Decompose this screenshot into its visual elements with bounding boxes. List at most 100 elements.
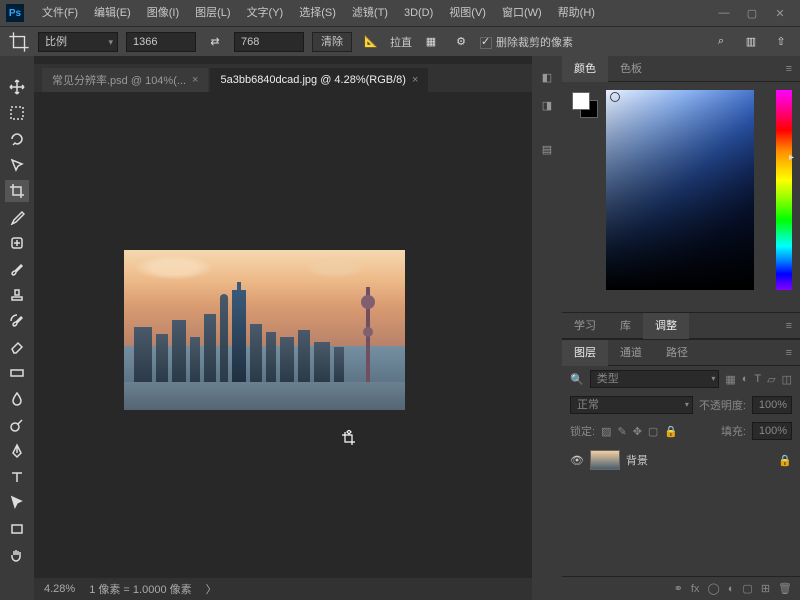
move-tool[interactable] (5, 76, 29, 98)
collapsed-panels-strip: ◧ ◨ ▤ (532, 56, 562, 600)
lock-icon: 🔒 (778, 454, 792, 467)
lock-pixels-icon[interactable]: ▨ (601, 425, 611, 438)
menu-file[interactable]: 文件(F) (34, 0, 86, 26)
close-tab-icon[interactable]: × (412, 74, 418, 86)
layer-row[interactable]: 👁 背景 🔒 (570, 448, 792, 472)
color-field[interactable] (606, 90, 754, 290)
quick-select-tool[interactable] (5, 154, 29, 176)
menu-image[interactable]: 图像(I) (139, 0, 187, 26)
zoom-level[interactable]: 4.28% (44, 583, 75, 595)
eyedropper-tool[interactable] (5, 206, 29, 228)
menu-window[interactable]: 窗口(W) (494, 0, 550, 26)
path-select-tool[interactable] (5, 492, 29, 514)
lock-artboard-icon[interactable]: ▢ (648, 425, 658, 438)
type-tool[interactable] (5, 466, 29, 488)
lock-all-icon[interactable]: 🔒 (664, 425, 678, 438)
lock-position-icon[interactable]: ✥ (633, 425, 642, 438)
filter-image-icon[interactable]: ▦ (725, 373, 735, 386)
adjust-panel-tabs: 学习 库 调整 ≡ (562, 313, 800, 339)
menu-layer[interactable]: 图层(L) (187, 0, 238, 26)
search-icon[interactable]: ⌕ (710, 31, 732, 53)
tab-paths[interactable]: 路径 (654, 340, 700, 366)
document-tab[interactable]: 5a3bb6840dcad.jpg @ 4.28%(RGB/8)× (210, 68, 428, 92)
tab-layers[interactable]: 图层 (562, 340, 608, 366)
tab-adjustments[interactable]: 调整 (643, 313, 689, 339)
share-icon[interactable]: ⇧ (770, 31, 792, 53)
blur-tool[interactable] (5, 388, 29, 410)
crop-settings-icon[interactable]: ⚙ (450, 31, 472, 53)
brush-tool[interactable] (5, 258, 29, 280)
gradient-tool[interactable] (5, 362, 29, 384)
menu-help[interactable]: 帮助(H) (550, 0, 603, 26)
filter-type-icon[interactable]: T (754, 373, 761, 385)
layer-thumbnail[interactable] (590, 450, 620, 470)
layer-name[interactable]: 背景 (626, 452, 648, 468)
tab-swatches[interactable]: 色板 (608, 56, 654, 82)
menu-view[interactable]: 视图(V) (441, 0, 494, 26)
delete-layer-icon[interactable]: 🗑 (778, 582, 792, 595)
healing-tool[interactable] (5, 232, 29, 254)
maximize-button[interactable]: ▢ (738, 7, 766, 20)
panel-menu-icon[interactable]: ≡ (778, 320, 800, 332)
history-brush-tool[interactable] (5, 310, 29, 332)
panel-menu-icon[interactable]: ≡ (778, 63, 800, 75)
hue-slider[interactable] (776, 90, 792, 290)
color-panel-tabs: 颜色 色板 ≡ (562, 56, 800, 82)
menu-3d[interactable]: 3D(D) (396, 0, 441, 26)
pen-tool[interactable] (5, 440, 29, 462)
blend-mode-select[interactable]: 正常 (570, 396, 693, 414)
fill-input[interactable]: 100% (752, 422, 792, 440)
close-button[interactable]: ✕ (766, 7, 794, 20)
straighten-icon[interactable]: 📐 (360, 31, 382, 53)
filter-shape-icon[interactable]: ▱ (767, 373, 775, 386)
panel-icon[interactable]: ◧ (536, 66, 558, 88)
tab-channels[interactable]: 通道 (608, 340, 654, 366)
crop-tool[interactable] (5, 180, 29, 202)
close-tab-icon[interactable]: × (192, 74, 198, 86)
layer-filter-select[interactable]: 类型 (590, 370, 720, 388)
adjustment-layer-icon[interactable]: ◐ (728, 583, 735, 595)
color-picker[interactable] (562, 82, 800, 312)
panel-icon[interactable]: ◨ (536, 94, 558, 116)
foreground-color[interactable] (572, 92, 590, 110)
link-layers-icon[interactable]: ⚭ (674, 582, 683, 595)
rectangle-tool[interactable] (5, 518, 29, 540)
lock-paint-icon[interactable]: ✎ (617, 425, 626, 438)
panel-menu-icon[interactable]: ≡ (778, 347, 800, 359)
tab-learn[interactable]: 学习 (562, 313, 608, 339)
opacity-input[interactable]: 100% (752, 396, 792, 414)
menu-filter[interactable]: 滤镜(T) (344, 0, 396, 26)
new-layer-icon[interactable]: ⊞ (761, 582, 770, 595)
workspace-icon[interactable]: ▥ (740, 31, 762, 53)
visibility-toggle-icon[interactable]: 👁 (570, 454, 584, 467)
filter-smart-icon[interactable]: ◫ (782, 373, 792, 386)
canvas[interactable] (34, 92, 532, 578)
minimize-button[interactable]: — (710, 7, 738, 19)
layer-fx-icon[interactable]: fx (691, 583, 700, 595)
status-expand-icon[interactable]: 〉 (206, 581, 217, 597)
lasso-tool[interactable] (5, 128, 29, 150)
filter-adjust-icon[interactable]: ◐ (742, 373, 749, 385)
panel-icon[interactable]: ▤ (536, 138, 558, 160)
group-icon[interactable]: ▢ (742, 582, 752, 595)
menu-edit[interactable]: 编辑(E) (86, 0, 139, 26)
ratio-preset-select[interactable]: 比例 (38, 32, 118, 52)
crop-tool-icon[interactable] (8, 31, 30, 53)
dodge-tool[interactable] (5, 414, 29, 436)
tab-libraries[interactable]: 库 (608, 313, 643, 339)
stamp-tool[interactable] (5, 284, 29, 306)
menu-select[interactable]: 选择(S) (291, 0, 344, 26)
menu-type[interactable]: 文字(Y) (239, 0, 292, 26)
delete-cropped-checkbox[interactable]: 删除裁剪的像素 (480, 34, 573, 50)
swap-dimensions-icon[interactable]: ⇄ (204, 31, 226, 53)
layer-mask-icon[interactable]: ◯ (707, 582, 719, 595)
crop-height-input[interactable]: 768 (234, 32, 304, 52)
marquee-tool[interactable] (5, 102, 29, 124)
tab-color[interactable]: 颜色 (562, 56, 608, 82)
overlay-grid-icon[interactable]: ▦ (420, 31, 442, 53)
crop-width-input[interactable]: 1366 (126, 32, 196, 52)
clear-button[interactable]: 清除 (312, 32, 352, 52)
document-tab[interactable]: 常见分辨率.psd @ 104%(...× (42, 68, 208, 92)
eraser-tool[interactable] (5, 336, 29, 358)
hand-tool[interactable] (5, 544, 29, 566)
